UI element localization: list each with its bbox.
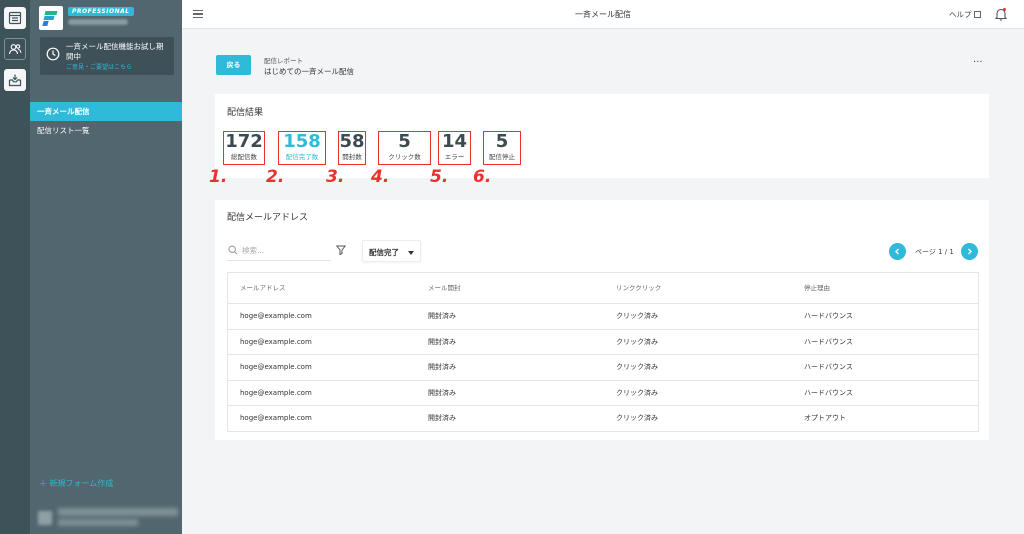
page-indicator: ページ 1 / 1: [915, 248, 954, 256]
stat-value: 172: [225, 131, 263, 152]
caret-down-icon: [408, 251, 414, 255]
forms-app-icon[interactable]: [4, 7, 26, 29]
sidebar-item-distribution-list[interactable]: 配信リスト一覧: [30, 121, 182, 140]
mail-inbox-icon[interactable]: [4, 69, 26, 91]
top-bar: 一斉メール配信 ヘルプ: [182, 0, 1024, 29]
stat-errors[interactable]: 14 エラー: [438, 131, 471, 162]
annotation-marker: 5.: [430, 167, 449, 187]
cell-click: クリック済み: [616, 337, 658, 346]
search-icon: [228, 245, 238, 255]
plan-badge: PROFESSIONAL: [68, 7, 134, 16]
addresses-title: 配信メールアドレス: [227, 213, 309, 223]
account-name-redacted: [68, 19, 128, 25]
clock-icon: [46, 47, 60, 61]
annotation-marker: 6.: [473, 167, 492, 187]
results-card: 配信結果 172 総配信数 158 配信完了数 58 開封数 5 クリック数 1…: [215, 94, 989, 178]
brand-logo-icon: [39, 6, 63, 30]
prev-page-button[interactable]: [889, 243, 906, 260]
column-header[interactable]: 停止理由: [804, 273, 830, 303]
annotation-marker: 4.: [371, 167, 390, 187]
help-label: ヘルプ: [949, 10, 972, 19]
cell-open: 開封済み: [428, 388, 456, 397]
menu-icon[interactable]: [193, 10, 203, 18]
back-button[interactable]: 戻る: [216, 55, 251, 75]
table-row[interactable]: hoge@example.com 開封済み クリック済み ハードバウンス: [228, 303, 978, 329]
breadcrumb-parent[interactable]: 配信レポート: [264, 55, 303, 65]
cell-open: 開封済み: [428, 312, 456, 320]
breadcrumb-current: はじめての一斉メール配信: [264, 67, 354, 76]
table-row[interactable]: hoge@example.com 開封済み クリック済み オプトアウト: [228, 405, 978, 431]
filter-icon[interactable]: [336, 245, 346, 255]
status-filter-select[interactable]: 配信完了: [362, 240, 421, 262]
annotation-marker: 1.: [209, 167, 228, 187]
stat-label: 配信完了数: [285, 153, 319, 161]
stat-value: 58: [339, 131, 365, 152]
cell-email: hoge@example.com: [240, 337, 312, 346]
stat-value: 5: [495, 131, 509, 152]
icon-rail: [0, 0, 30, 534]
external-link-icon: [973, 11, 981, 18]
stat-unsubscribed[interactable]: 5 配信停止: [483, 131, 521, 162]
column-header[interactable]: メール開封: [428, 273, 461, 303]
trial-notice: 一斉メール配信機能お試し期間中 ご意見・ご要望はこちら: [40, 37, 174, 75]
cell-stop-reason: ハードバウンス: [804, 312, 853, 320]
cell-stop-reason: ハードバウンス: [804, 363, 853, 371]
stat-total-sent: 172 総配信数: [225, 131, 263, 162]
bell-icon[interactable]: [995, 7, 1007, 21]
next-page-button[interactable]: [961, 243, 978, 260]
sidebar-item-bulk-mail[interactable]: 一斉メール配信: [30, 102, 182, 121]
column-header[interactable]: メールアドレス: [240, 273, 286, 303]
column-header[interactable]: リンククリック: [616, 273, 661, 303]
search-input[interactable]: 検索...: [227, 241, 331, 261]
stat-label: 配信停止: [489, 153, 515, 161]
annotation-marker: 3.: [326, 167, 345, 187]
chevron-right-icon: [968, 248, 972, 255]
cell-stop-reason: ハードバウンス: [804, 388, 853, 397]
feedback-link[interactable]: ご意見・ご要望はこちら: [66, 62, 132, 71]
sidebar: PROFESSIONAL 一斉メール配信機能お試し期間中 ご意見・ご要望はこちら…: [30, 0, 182, 534]
page-title: 一斉メール配信: [575, 10, 631, 19]
stat-label: エラー: [444, 153, 465, 161]
cell-click: クリック済み: [616, 414, 658, 422]
table-row[interactable]: hoge@example.com 開封済み クリック済み ハードバウンス: [228, 354, 978, 380]
addresses-card: 配信メールアドレス 検索... 配信完了 ページ 1 / 1 メールアドレス メ…: [215, 200, 989, 440]
cell-stop-reason: ハードバウンス: [804, 337, 853, 346]
more-options-icon[interactable]: ···: [973, 57, 983, 68]
stat-opened[interactable]: 58 開封数: [338, 131, 366, 162]
stat-value: 14: [441, 131, 468, 152]
cell-click: クリック済み: [616, 363, 658, 371]
stat-delivered[interactable]: 158 配信完了数: [279, 131, 325, 162]
cell-email: hoge@example.com: [240, 363, 312, 371]
table-row[interactable]: hoge@example.com 開封済み クリック済み ハードバウンス: [228, 328, 978, 355]
stat-label: クリック数: [388, 153, 421, 161]
stat-value: 5: [398, 131, 411, 152]
stat-value: 158: [283, 131, 321, 152]
cell-email: hoge@example.com: [240, 388, 312, 397]
stat-label: 総配信数: [231, 153, 257, 161]
new-form-button[interactable]: ＋ 新規フォーム作成: [39, 478, 113, 489]
trial-message: 一斉メール配信機能お試し期間中: [66, 42, 164, 61]
contacts-app-icon[interactable]: [4, 38, 26, 60]
cell-email: hoge@example.com: [240, 414, 312, 422]
search-placeholder: 検索...: [242, 246, 265, 255]
status-filter-value: 配信完了: [369, 248, 399, 257]
cell-stop-reason: オプトアウト: [804, 414, 846, 422]
stat-clicked[interactable]: 5 クリック数: [379, 131, 430, 162]
cell-click: クリック済み: [616, 312, 658, 320]
chevron-left-icon: [895, 248, 899, 255]
address-table: メールアドレス メール開封 リンククリック 停止理由 hoge@example.…: [227, 272, 979, 432]
table-row[interactable]: hoge@example.com 開封済み クリック済み ハードバウンス: [228, 379, 978, 406]
cell-email: hoge@example.com: [240, 312, 312, 320]
cell-open: 開封済み: [428, 363, 456, 371]
cell-open: 開封済み: [428, 337, 456, 346]
results-title: 配信結果: [227, 108, 264, 118]
user-info-redacted: [36, 505, 184, 529]
annotation-marker: 2.: [266, 167, 285, 187]
help-link[interactable]: ヘルプ: [949, 9, 981, 20]
cell-click: クリック済み: [616, 388, 658, 397]
cell-open: 開封済み: [428, 414, 456, 422]
stat-label: 開封数: [342, 153, 362, 161]
